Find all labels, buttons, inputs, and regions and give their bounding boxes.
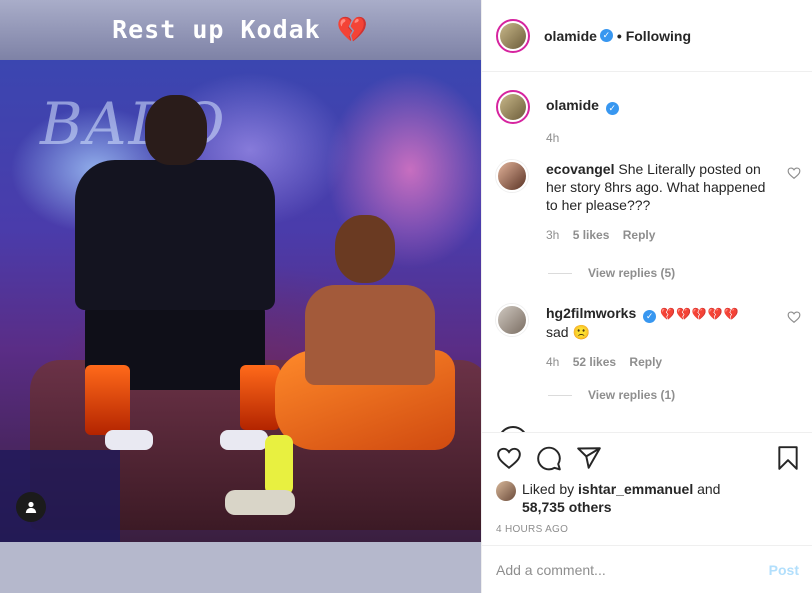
person-right bbox=[225, 210, 465, 530]
liker-username[interactable]: ishtar_emmanuel bbox=[578, 481, 693, 497]
commenter-avatar[interactable] bbox=[496, 304, 528, 336]
view-replies-button[interactable]: View replies (5) bbox=[548, 266, 675, 280]
story-bottom-bar bbox=[0, 542, 481, 593]
comments-list[interactable]: olamide ✓ 4h ecovangel She Literally pos… bbox=[482, 72, 812, 432]
caption: olamide ✓ 4h bbox=[496, 90, 801, 147]
share-icon[interactable] bbox=[576, 445, 602, 471]
comment-icon[interactable] bbox=[536, 445, 562, 471]
following-button[interactable]: • Following bbox=[617, 28, 691, 44]
view-replies-button[interactable]: View replies (1) bbox=[548, 388, 675, 402]
comment-time[interactable]: 3h bbox=[546, 228, 559, 242]
post-photo: BADO bbox=[0, 60, 481, 542]
commenter-avatar[interactable] bbox=[496, 160, 528, 192]
post-comment-button[interactable]: Post bbox=[769, 562, 799, 578]
story-caption: Rest up Kodak 💔 bbox=[112, 15, 369, 44]
verified-icon: ✓ bbox=[643, 310, 657, 323]
like-comment-heart-icon[interactable] bbox=[787, 310, 801, 324]
verified-icon: ✓ bbox=[599, 29, 613, 42]
caption-avatar[interactable] bbox=[496, 90, 530, 124]
comment: hg2filmworks ✓ 💔💔💔💔💔 sad 🙁 4h 52 likes R… bbox=[496, 304, 801, 371]
post-media[interactable]: Rest up Kodak 💔 BADO bbox=[0, 0, 481, 593]
comment-username[interactable]: ecovangel bbox=[546, 161, 614, 177]
liker-avatar[interactable] bbox=[496, 481, 516, 501]
post-header: olamide ✓ • Following bbox=[482, 0, 812, 72]
likes-summary: Liked by ishtar_emmanuel and 58,735 othe… bbox=[496, 480, 720, 516]
verified-icon: ✓ bbox=[605, 102, 619, 115]
heart-icon[interactable] bbox=[496, 445, 522, 471]
comment-time[interactable]: 4h bbox=[546, 355, 559, 369]
like-comment-heart-icon[interactable] bbox=[787, 166, 801, 180]
caption-username[interactable]: olamide bbox=[546, 97, 599, 113]
comment-likes[interactable]: 5 likes bbox=[573, 228, 610, 242]
user-tag-icon[interactable] bbox=[16, 492, 46, 522]
comment: ecovangel She Literally posted on her st… bbox=[496, 160, 801, 244]
post-timestamp[interactable]: 4 HOURS AGO bbox=[496, 524, 568, 535]
add-comment-bar: Post bbox=[482, 545, 812, 593]
likes-count[interactable]: 58,735 others bbox=[522, 499, 612, 515]
comment-text: sad 🙁 bbox=[546, 324, 590, 340]
reply-button[interactable]: Reply bbox=[629, 355, 662, 369]
broken-hearts-emoji: 💔💔💔💔💔 bbox=[660, 307, 740, 321]
story-caption-bar: Rest up Kodak 💔 bbox=[0, 0, 481, 60]
bookmark-icon[interactable] bbox=[775, 445, 801, 471]
comment-likes[interactable]: 52 likes bbox=[573, 355, 616, 369]
author-avatar[interactable] bbox=[496, 18, 530, 53]
add-comment-input[interactable] bbox=[496, 561, 769, 578]
caption-time[interactable]: 4h bbox=[546, 131, 559, 145]
person-left bbox=[75, 90, 280, 450]
broken-heart-emoji: 💔 bbox=[336, 15, 369, 44]
post-actions: Liked by ishtar_emmanuel and 58,735 othe… bbox=[482, 432, 812, 545]
comment-username[interactable]: hg2filmworks bbox=[546, 305, 636, 321]
post-side-panel: olamide ✓ • Following olamide ✓ 4h ecova… bbox=[481, 0, 812, 593]
reply-button[interactable]: Reply bbox=[623, 228, 656, 242]
author-username[interactable]: olamide bbox=[544, 28, 597, 44]
